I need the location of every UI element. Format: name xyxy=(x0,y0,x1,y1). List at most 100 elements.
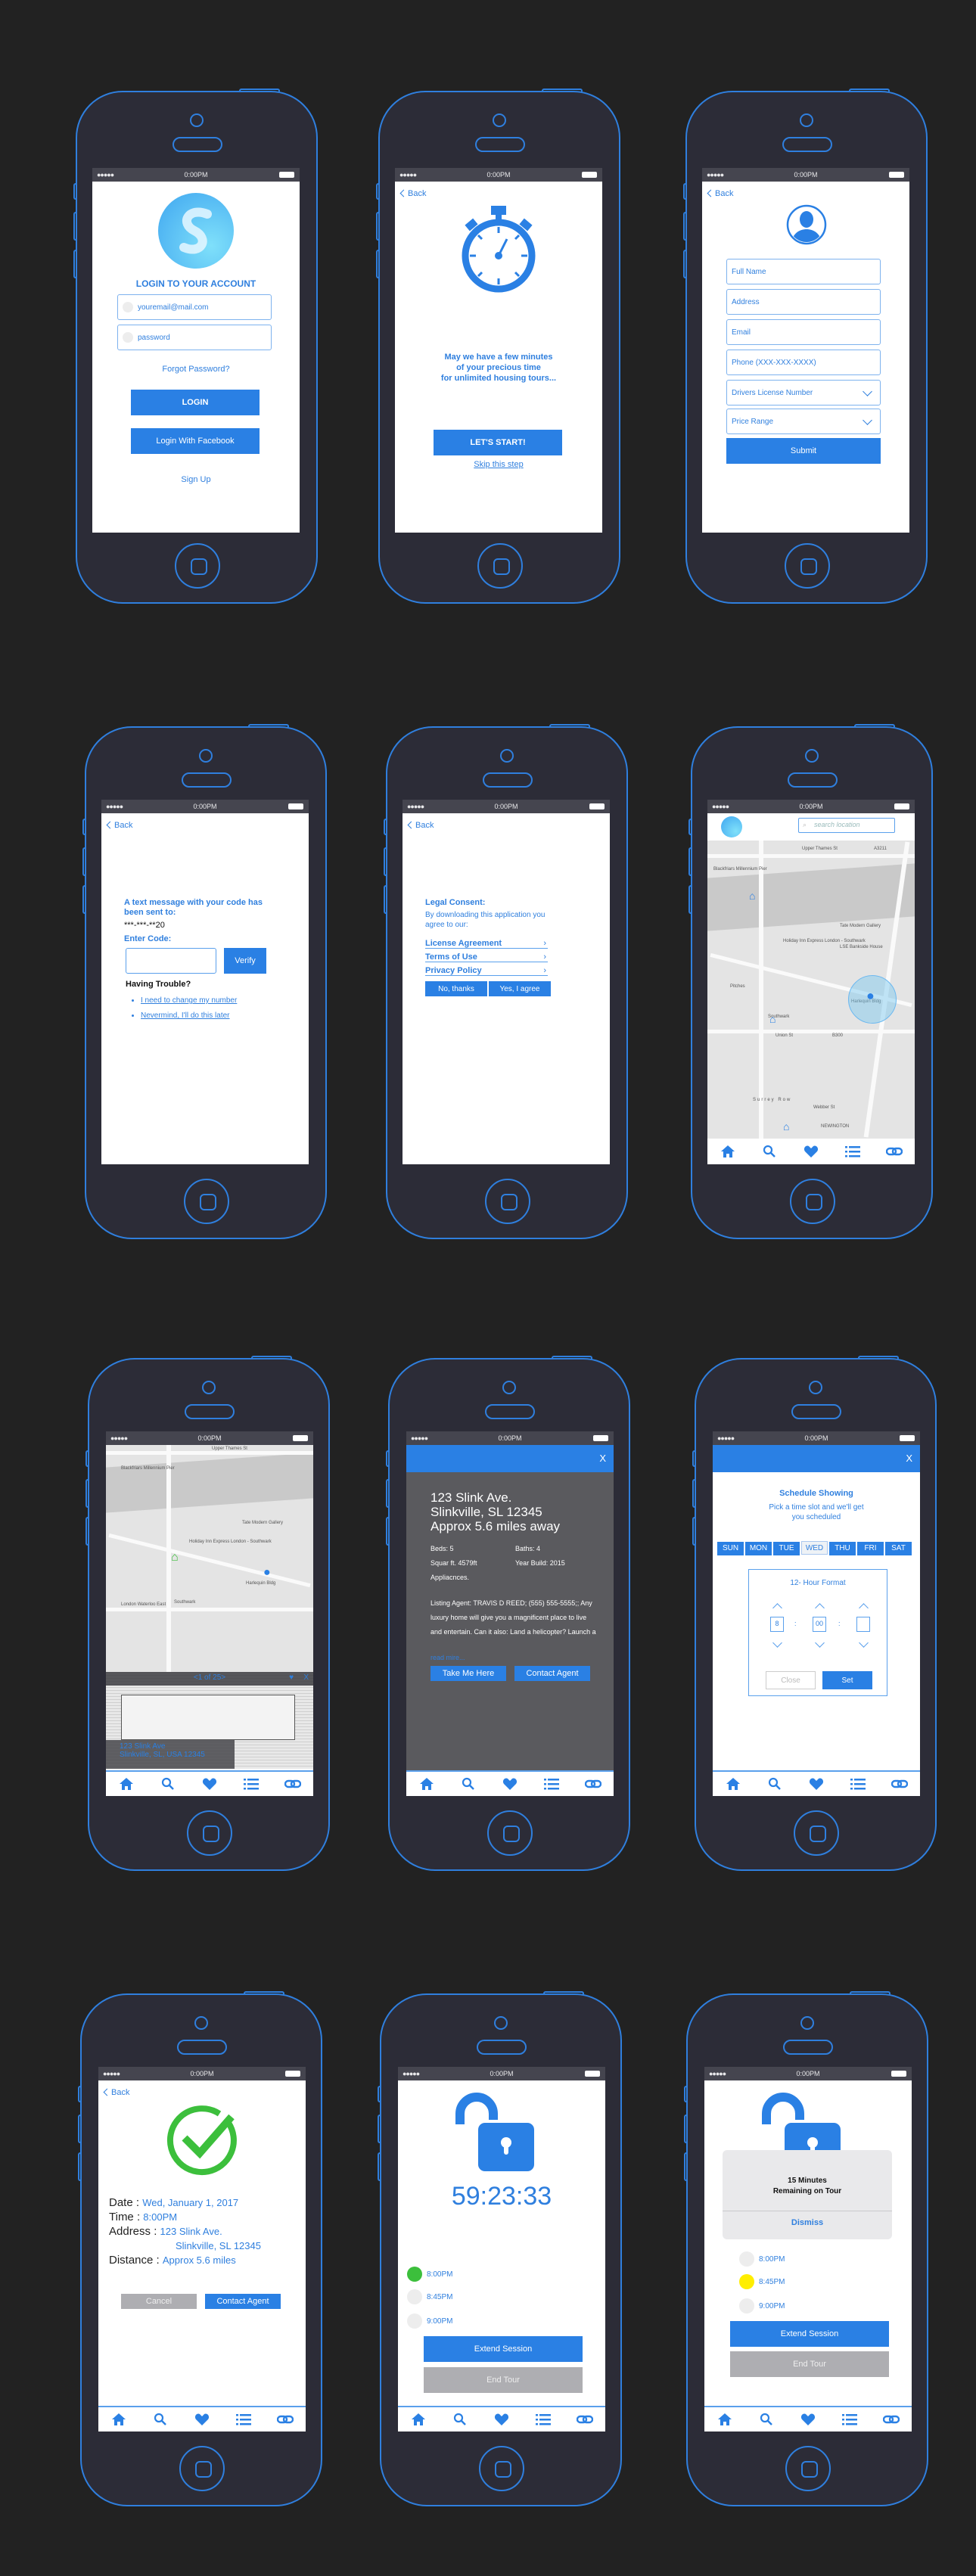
close-card-button[interactable]: X xyxy=(303,1673,309,1682)
email-field[interactable]: Email xyxy=(726,319,881,345)
link-icon[interactable] xyxy=(284,1776,301,1792)
list-icon[interactable] xyxy=(841,2411,858,2428)
link-icon[interactable] xyxy=(584,1776,601,1792)
end-tour-button[interactable]: End Tour xyxy=(730,2351,889,2377)
dismiss-button[interactable]: Dismiss xyxy=(723,2218,892,2227)
home-icon[interactable] xyxy=(716,2411,733,2428)
set-time-button[interactable]: Set xyxy=(822,1671,872,1689)
terms-of-use-link[interactable]: Terms of Use › xyxy=(425,952,548,962)
hour-up-icon[interactable] xyxy=(772,1603,782,1613)
location-pin-icon[interactable]: ● xyxy=(866,988,875,1004)
code-input[interactable] xyxy=(126,948,216,974)
map-view[interactable]: Upper Thames St Blackfriars Millennium P… xyxy=(106,1445,313,1672)
ampm-down-icon[interactable] xyxy=(859,1638,869,1648)
minute-field[interactable]: 00 xyxy=(813,1617,826,1632)
contact-agent-button[interactable]: Contact Agent xyxy=(514,1666,590,1681)
phone-field[interactable]: Phone (XXX-XXX-XXXX) xyxy=(726,350,881,375)
facebook-login-button[interactable]: Login With Facebook xyxy=(131,428,260,454)
extend-session-button[interactable]: Extend Session xyxy=(730,2321,889,2347)
list-icon[interactable] xyxy=(850,1776,866,1792)
email-field[interactable]: youremail@mail.com xyxy=(117,294,272,320)
list-icon[interactable] xyxy=(535,2411,552,2428)
list-icon[interactable] xyxy=(543,1776,560,1792)
favorite-heart-icon[interactable]: ♥ xyxy=(289,1673,294,1682)
back-button[interactable]: Back xyxy=(707,189,733,198)
search-icon[interactable] xyxy=(152,2411,169,2428)
search-icon[interactable] xyxy=(452,2411,468,2428)
privacy-policy-link[interactable]: Privacy Policy › xyxy=(425,966,548,976)
day-tue[interactable]: TUE xyxy=(773,1542,800,1555)
minute-down-icon[interactable] xyxy=(815,1638,825,1648)
home-icon[interactable] xyxy=(418,1776,435,1792)
forgot-password-link[interactable]: Forgot Password? xyxy=(92,365,300,374)
house-marker-icon[interactable]: ⌂ xyxy=(749,890,755,902)
house-marker-icon[interactable]: ⌂ xyxy=(783,1120,789,1133)
listing-card[interactable]: <1 of 25> ♥ X 123 Slink Ave Slinkville, … xyxy=(106,1672,313,1769)
heart-icon[interactable] xyxy=(808,1776,825,1792)
ampm-up-icon[interactable] xyxy=(859,1603,869,1613)
close-button[interactable]: X xyxy=(906,1453,912,1464)
home-icon[interactable] xyxy=(720,1143,736,1160)
home-icon[interactable] xyxy=(118,1776,135,1792)
list-icon[interactable] xyxy=(844,1143,861,1160)
map-view[interactable]: Upper Thames St A3211 Blackfriars Millen… xyxy=(707,841,915,1139)
day-sun[interactable]: SUN xyxy=(717,1542,744,1555)
link-icon[interactable] xyxy=(885,1143,903,1160)
read-more-link[interactable]: read mire... xyxy=(430,1654,465,1661)
end-tour-button[interactable]: End Tour xyxy=(424,2367,583,2393)
heart-icon[interactable] xyxy=(502,1776,518,1792)
back-button[interactable]: Back xyxy=(103,2088,129,2097)
link-icon[interactable] xyxy=(576,2411,593,2428)
search-icon[interactable] xyxy=(766,1776,783,1792)
address-field[interactable]: Address xyxy=(726,289,881,315)
heart-icon[interactable] xyxy=(493,2411,510,2428)
search-icon[interactable] xyxy=(761,1143,778,1160)
heart-icon[interactable] xyxy=(194,2411,210,2428)
search-icon[interactable] xyxy=(160,1776,176,1792)
accept-button[interactable]: Yes, I agree xyxy=(489,981,551,996)
back-button[interactable]: Back xyxy=(399,189,426,198)
list-icon[interactable] xyxy=(243,1776,260,1792)
verify-button[interactable]: Verify xyxy=(224,948,266,974)
app-logo[interactable] xyxy=(721,816,742,837)
close-picker-button[interactable]: Close xyxy=(766,1671,816,1689)
take-me-here-button[interactable]: Take Me Here xyxy=(430,1666,506,1681)
heart-icon[interactable] xyxy=(800,2411,816,2428)
day-fri[interactable]: FRI xyxy=(857,1542,884,1555)
home-icon[interactable] xyxy=(410,2411,427,2428)
close-button[interactable]: X xyxy=(599,1453,606,1464)
day-thu[interactable]: THU xyxy=(829,1542,856,1555)
search-icon[interactable] xyxy=(758,2411,775,2428)
hour-down-icon[interactable] xyxy=(772,1638,782,1648)
ampm-field[interactable] xyxy=(856,1617,870,1632)
day-mon[interactable]: MON xyxy=(745,1542,772,1555)
house-marker-icon[interactable]: ⌂ xyxy=(769,1013,776,1025)
heart-icon[interactable] xyxy=(803,1143,819,1160)
lets-start-button[interactable]: LET'S START! xyxy=(434,430,562,455)
login-button[interactable]: LOGIN xyxy=(131,390,260,415)
selected-house-marker-icon[interactable]: ⌂ xyxy=(171,1551,179,1565)
skip-step-link[interactable]: Skip this step xyxy=(395,460,602,469)
search-icon[interactable] xyxy=(460,1776,477,1792)
password-field[interactable]: password xyxy=(117,325,272,350)
signup-link[interactable]: Sign Up xyxy=(92,475,300,484)
full-name-field[interactable]: Full Name xyxy=(726,259,881,284)
home-icon[interactable] xyxy=(110,2411,127,2428)
link-icon[interactable] xyxy=(276,2411,294,2428)
location-pin-icon[interactable]: ● xyxy=(263,1566,271,1580)
back-button[interactable]: Back xyxy=(106,821,132,830)
cancel-button[interactable]: Cancel xyxy=(121,2294,197,2309)
decline-button[interactable]: No, thanks xyxy=(425,981,487,996)
change-number-link[interactable]: I need to change my number xyxy=(141,993,237,1008)
minute-up-icon[interactable] xyxy=(815,1603,825,1613)
extend-session-button[interactable]: Extend Session xyxy=(424,2336,583,2362)
day-sat[interactable]: SAT xyxy=(885,1542,912,1555)
submit-button[interactable]: Submit xyxy=(726,438,881,464)
contact-agent-button[interactable]: Contact Agent xyxy=(205,2294,281,2309)
do-later-link[interactable]: Nevermind, I'll do this later xyxy=(141,1008,237,1024)
listing-pager[interactable]: <1 of 25> xyxy=(106,1673,313,1682)
day-wed[interactable]: WED xyxy=(801,1541,828,1555)
hour-field[interactable]: 8 xyxy=(770,1617,784,1632)
drivers-license-dropdown[interactable]: Drivers License Number xyxy=(726,380,881,406)
list-icon[interactable] xyxy=(235,2411,252,2428)
